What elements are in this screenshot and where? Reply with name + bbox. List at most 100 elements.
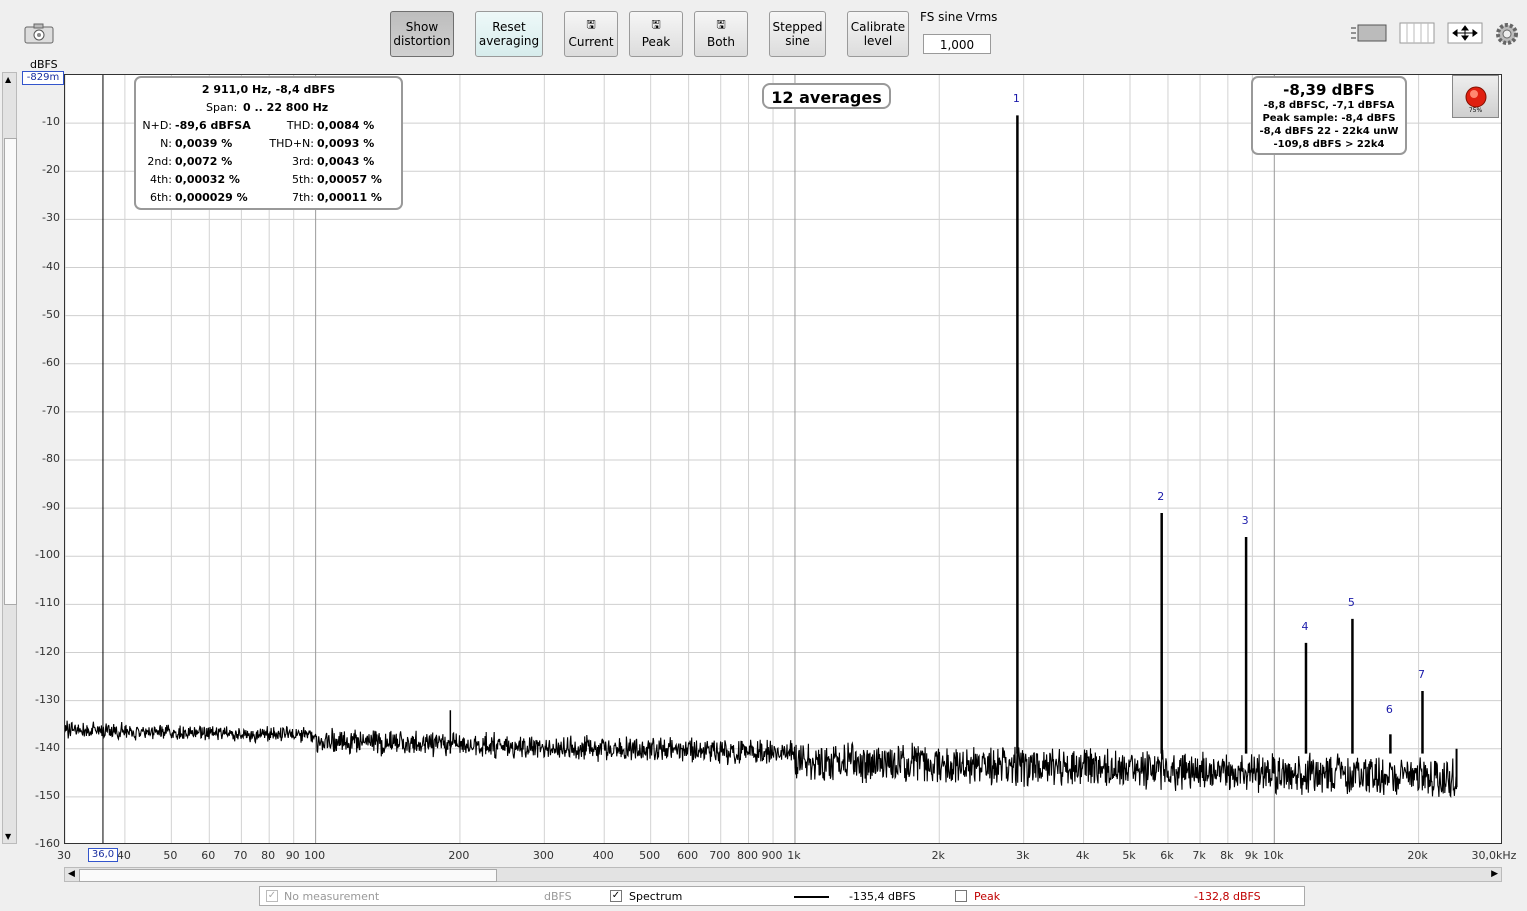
metric-label: N+D: <box>142 119 172 132</box>
vertical-scroll-thumb[interactable] <box>4 138 17 605</box>
y-tick-label: -60 <box>42 355 60 369</box>
y-tick-label: -110 <box>35 596 60 610</box>
metric-label: N: <box>160 137 172 150</box>
y-tick-label: -150 <box>35 788 60 802</box>
save-peak-button[interactable]: 🖫 Peak <box>629 11 683 57</box>
calibrate-label-2: level <box>863 34 893 48</box>
reset-averaging-label-1: Reset <box>492 20 526 34</box>
camera-icon[interactable] <box>24 22 54 44</box>
x-tick-label: 100 <box>304 849 326 862</box>
vertical-scrollbar[interactable]: ▲ ▼ <box>2 72 17 844</box>
x-tick-label: 600 <box>677 849 699 862</box>
scroll-down-arrow[interactable]: ▼ <box>5 832 11 841</box>
x-tick-label: 10k <box>1263 849 1284 862</box>
metric-label: THD: <box>286 119 314 132</box>
level-info-box: -8,39 dBFS -8,8 dBFSC, -7,1 dBFSA Peak s… <box>1251 76 1407 155</box>
y-tick-label: -20 <box>42 163 60 177</box>
fs-sine-input[interactable]: 1,000 <box>923 34 991 54</box>
save-both-button[interactable]: 🖫 Both <box>694 11 748 57</box>
x-tick-label: 400 <box>592 849 614 862</box>
spectrum-checkbox[interactable]: ✓ <box>610 890 622 902</box>
span-value: 0 .. 22 800 Hz <box>243 101 329 114</box>
distortion-header: 2 911,0 Hz, -8,4 dBFS <box>201 83 336 96</box>
harmonic-label: 1 <box>1012 92 1020 106</box>
metric-value: 0,0072 % <box>175 155 233 168</box>
span-label: Span: <box>206 101 238 114</box>
legend-bar: ✓ No measurement dBFS ✓ Spectrum -135,4 … <box>259 886 1305 906</box>
metric-value: 0,0043 % <box>317 155 375 168</box>
peak-value: -132,8 dBFS <box>1194 890 1261 903</box>
x-tick-label: 6k <box>1160 849 1174 862</box>
x-tick-label: 90 <box>285 849 300 862</box>
metric-label: 6th: <box>150 191 172 204</box>
x-tick-label: 30,0kHz <box>1471 849 1517 862</box>
save-icon: 🖫 <box>651 18 661 31</box>
x-tick-label: 5k <box>1122 849 1136 862</box>
x-tick-label: 40 <box>116 849 131 862</box>
metric-value: 0,0093 % <box>317 137 375 150</box>
metric-value: 0,0039 % <box>175 137 233 150</box>
x-tick-label: 20k <box>1407 849 1428 862</box>
harmonic-label: 7 <box>1417 668 1425 681</box>
show-distortion-label-2: distortion <box>393 34 451 48</box>
calibrate-label-1: Calibrate <box>850 20 906 34</box>
scroll-right-arrow[interactable]: ▶ <box>1491 869 1498 879</box>
calibrate-level-button[interactable]: Calibrate level <box>847 11 909 57</box>
reset-averaging-button[interactable]: Reset averaging <box>475 11 543 57</box>
x-tick-label: 300 <box>532 849 554 862</box>
horizontal-scrollbar[interactable]: ◀ ▶ <box>64 867 1502 882</box>
metric-value: -89,6 dBFSA <box>175 119 251 132</box>
harmonic-label: 4 <box>1301 619 1309 633</box>
distortion-info-box: 2 911,0 Hz, -8,4 dBFS Span: 0 .. 22 800 … <box>134 76 403 210</box>
columns-icon[interactable] <box>1399 22 1435 44</box>
x-tick-label: 30 <box>57 849 71 862</box>
show-distortion-label-1: Show <box>405 20 439 34</box>
y-tick-label: -80 <box>42 452 60 465</box>
x-tick-label: 9k <box>1244 849 1259 862</box>
x-tick-label: 3k <box>1015 849 1030 862</box>
peak-label: Peak <box>974 890 1001 903</box>
peak-checkbox[interactable] <box>955 890 967 902</box>
record-button[interactable]: 75% <box>1452 75 1499 118</box>
stepped-sine-label-1: Stepped <box>772 20 823 34</box>
harmonic-label: 2 <box>1157 489 1165 503</box>
x-tick-label: 60 <box>201 849 216 862</box>
no-measurement-checkbox[interactable]: ✓ <box>266 890 278 902</box>
stepped-sine-label-2: sine <box>785 34 810 48</box>
cursor-readout[interactable]: 36,0 <box>88 848 118 862</box>
save-icon: 🖫 <box>716 18 726 31</box>
save-current-button[interactable]: 🖫 Current <box>564 11 618 57</box>
show-distortion-button[interactable]: Show distortion <box>390 11 454 57</box>
x-tick-label: 500 <box>639 849 661 862</box>
layout-icon[interactable] <box>1350 22 1388 44</box>
harmonic-label: 5 <box>1347 595 1355 609</box>
metric-value: 0,00057 % <box>317 173 382 186</box>
metric-label: THD+N: <box>269 137 314 150</box>
top-readout[interactable]: -829m <box>22 71 64 85</box>
x-tick-label: 1k <box>787 849 801 862</box>
current-label: Current <box>568 35 614 49</box>
metric-label: 3rd: <box>291 155 314 168</box>
fit-arrows-icon[interactable] <box>1447 22 1483 44</box>
metric-value: 0,00032 % <box>175 173 240 186</box>
x-tick-label: 200 <box>448 849 470 862</box>
spectrum-label: Spectrum <box>629 890 683 903</box>
scroll-left-arrow[interactable]: ◀ <box>68 869 75 879</box>
metric-label: 2nd: <box>147 155 172 168</box>
scroll-up-arrow[interactable]: ▲ <box>5 75 11 84</box>
fs-sine-label: FS sine Vrms <box>920 10 998 24</box>
horizontal-scroll-thumb[interactable] <box>79 869 497 882</box>
metric-label: 7th: <box>292 191 314 204</box>
y-tick-label: -160 <box>35 837 60 850</box>
metric-label: 5th: <box>292 173 314 186</box>
y-tick-label: -100 <box>35 548 60 562</box>
averages-badge: 12 averages <box>762 83 891 109</box>
x-tick-label: 80 <box>261 849 276 862</box>
y-axis-unit: dBFS <box>30 58 58 71</box>
save-icon: 🖫 <box>586 18 596 31</box>
peak-label: Peak <box>641 35 671 49</box>
x-tick-label: 800 <box>737 849 758 862</box>
level-line-4: -109,8 dBFS > 22k4 <box>1273 139 1385 150</box>
gear-icon[interactable] <box>1495 22 1519 46</box>
stepped-sine-button[interactable]: Stepped sine <box>769 11 826 57</box>
